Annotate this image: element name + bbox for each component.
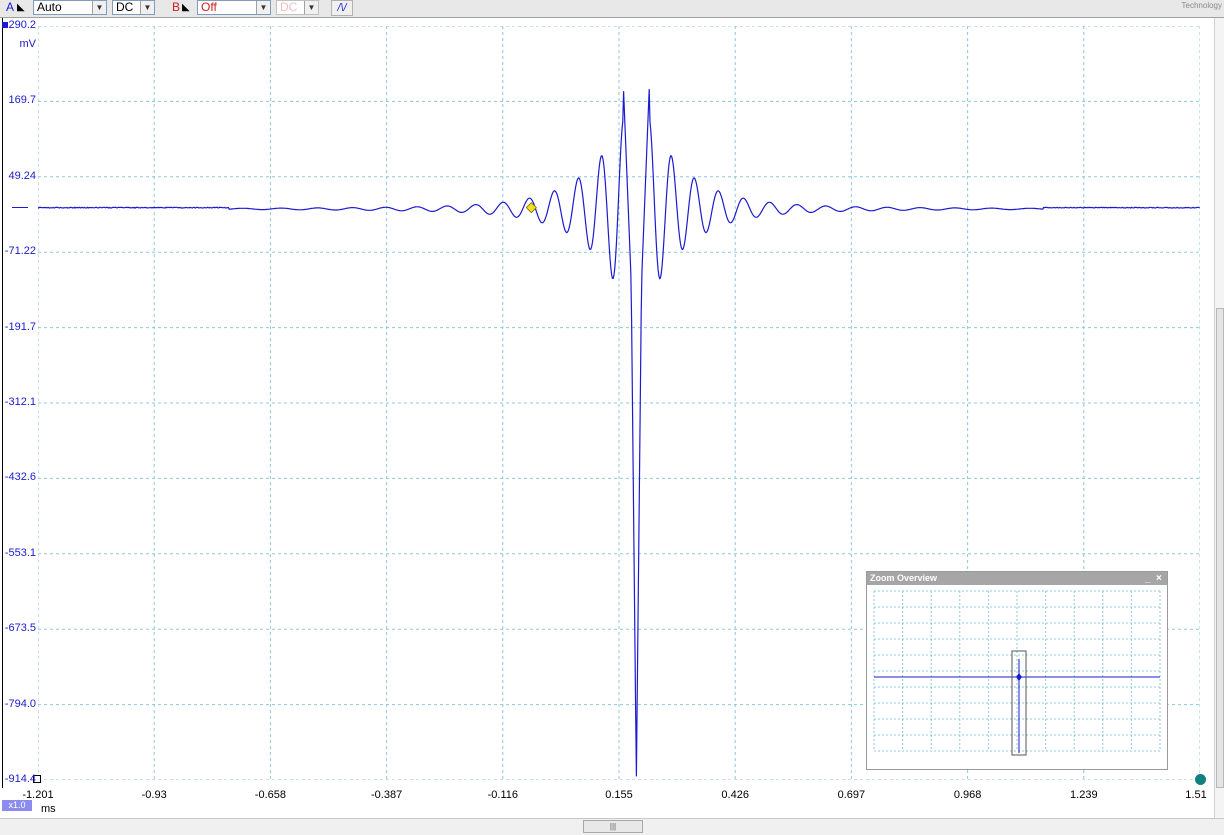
chevron-down-icon[interactable]: ▼ (256, 1, 270, 14)
y-tick-label: -914.4 (0, 773, 36, 785)
x-scale-badge[interactable]: x1.0 (2, 800, 32, 811)
zoom-overview-panel[interactable]: Zoom Overview _ × (866, 571, 1168, 770)
x-tick-label: 0.155 (605, 789, 633, 801)
x-tick-label: -0.658 (255, 789, 286, 801)
y-tick-label: -553.1 (0, 547, 36, 559)
y-tick-label: -312.1 (0, 396, 36, 408)
vertical-scroll-thumb[interactable] (1216, 308, 1224, 788)
x-tick-label: -0.387 (371, 789, 402, 801)
channel-b-range-select[interactable]: Off ▼ (197, 0, 271, 15)
x-tick-label: 0.697 (838, 789, 866, 801)
channel-a-coupling-value: DC (116, 0, 133, 14)
brand-logo: Technology (1182, 1, 1222, 10)
toolbar: A ◣ Auto ▼ DC ▼ B ◣ Off ▼ DC ▼ /\/ Techn… (0, 0, 1224, 18)
x-tick-label: 1.51 (1185, 789, 1206, 801)
chevron-down-icon[interactable]: ▼ (304, 1, 318, 14)
trigger-position-dot[interactable] (1195, 774, 1206, 785)
horizontal-scroll-thumb[interactable]: ||| (583, 820, 643, 833)
channel-b-options-icon[interactable]: ◣ (182, 2, 190, 13)
channel-a-options-icon[interactable]: ◣ (17, 2, 25, 13)
y-axis-unit: mV (0, 38, 36, 50)
y-tick-label: 49.24 (0, 170, 36, 182)
zoom-overview-titlebar[interactable]: Zoom Overview (867, 572, 1167, 585)
zoom-overview-plot[interactable] (871, 589, 1161, 765)
y-tick-label: 290.2 (0, 19, 36, 31)
x-axis-unit: ms (41, 803, 56, 815)
close-button[interactable]: × (1156, 572, 1162, 585)
chevron-down-icon[interactable]: ▼ (92, 1, 106, 14)
channel-a-range-value: Auto (37, 0, 62, 14)
x-tick-label: 0.426 (721, 789, 749, 801)
x-tick-label: 0.968 (954, 789, 982, 801)
channel-a-label: A (6, 0, 14, 16)
y-tick-label: -794.0 (0, 698, 36, 710)
channel-a-zero-marker[interactable] (12, 207, 28, 208)
x-tick-label: -0.116 (488, 789, 518, 801)
channel-a-range-select[interactable]: Auto ▼ (33, 0, 107, 15)
x-tick-label: 1.239 (1070, 789, 1098, 801)
channel-b-range-value: Off (201, 0, 217, 14)
channel-b-coupling-value: DC (280, 0, 297, 14)
channel-a-coupling-select[interactable]: DC ▼ (112, 0, 155, 15)
waveform-icon: /\/ (337, 2, 346, 14)
y-tick-label: -432.6 (0, 471, 36, 483)
y-tick-label: -673.5 (0, 622, 36, 634)
zoom-grid (874, 591, 1160, 751)
y-tick-label: -71.22 (0, 245, 36, 257)
y-tick-label: -191.7 (0, 321, 36, 333)
y-tick-label: 169.7 (0, 94, 36, 106)
scroll-grip-icon: ||| (610, 822, 616, 831)
signal-generator-button[interactable]: /\/ (331, 0, 353, 16)
x-tick-label: -0.93 (142, 789, 167, 801)
chevron-down-icon[interactable]: ▼ (140, 1, 154, 14)
vertical-scrollbar[interactable] (1214, 18, 1224, 818)
channel-b-label: B (172, 0, 180, 16)
channel-b-coupling-select[interactable]: DC ▼ (276, 0, 319, 15)
horizontal-scrollbar[interactable]: ||| (0, 818, 1224, 835)
minimize-button[interactable]: _ (1145, 572, 1151, 585)
zoom-overview-title: Zoom Overview (870, 573, 937, 583)
x-tick-label: -1.201 (22, 789, 53, 801)
trigger-marker[interactable] (526, 203, 536, 213)
